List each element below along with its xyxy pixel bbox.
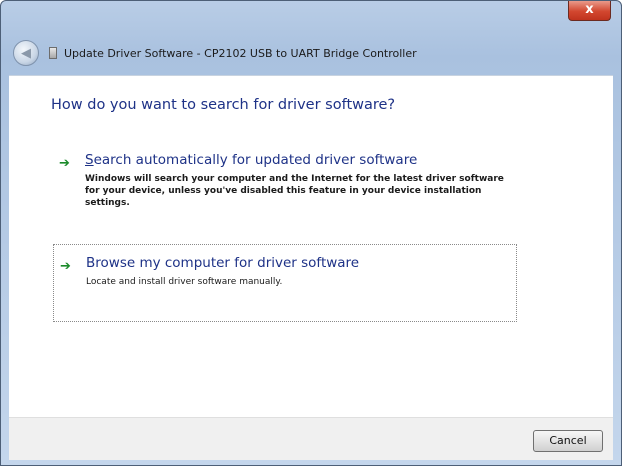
mnemonic-letter: S <box>85 152 94 168</box>
option-description: Locate and install driver software manua… <box>86 277 283 287</box>
option-title-rest: earch automatically for updated driver s… <box>93 152 418 168</box>
green-arrow-icon: ➔ <box>59 156 70 171</box>
green-arrow-icon: ➔ <box>60 259 71 274</box>
usb-device-icon <box>49 47 57 59</box>
content-panel: How do you want to search for driver sof… <box>9 75 613 418</box>
update-driver-window: x ◀ Update Driver Software - CP2102 USB … <box>0 0 622 466</box>
close-button[interactable]: x <box>568 1 611 21</box>
option-title: Search automatically for updated driver … <box>85 151 517 169</box>
option-description: Windows will search your computer and th… <box>85 174 504 208</box>
button-bar: Cancel <box>9 417 613 460</box>
back-button[interactable]: ◀ <box>13 40 39 66</box>
browse-computer-option[interactable]: ➔ Browse my computer for driver software… <box>53 244 517 322</box>
title-bar[interactable]: x <box>1 1 621 31</box>
back-arrow-icon: ◀ <box>21 45 31 61</box>
page-heading: How do you want to search for driver sof… <box>51 97 396 113</box>
option-title: Browse my computer for driver software <box>86 255 360 271</box>
cancel-button[interactable]: Cancel <box>533 430 603 452</box>
window-title: Update Driver Software - CP2102 USB to U… <box>64 46 417 60</box>
search-automatically-option[interactable]: ➔ Search automatically for updated drive… <box>53 151 517 227</box>
navigation-bar: ◀ Update Driver Software - CP2102 USB to… <box>9 31 613 75</box>
close-icon: x <box>585 2 594 17</box>
